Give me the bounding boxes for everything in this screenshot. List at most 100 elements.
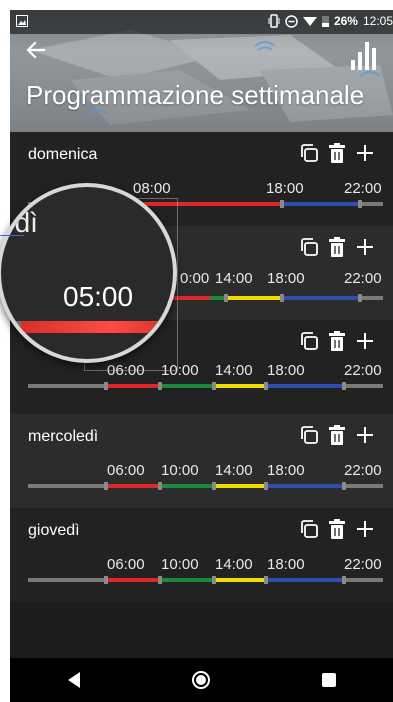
copy-icon [301,238,318,256]
day-actions [299,518,375,540]
segment-yellow [214,384,266,388]
segment-red [106,578,160,582]
delete-button[interactable] [327,424,347,446]
time-label: 14:00 [215,556,253,573]
trash-icon [329,425,345,445]
time-handle[interactable] [264,382,268,390]
time-handle[interactable] [264,576,268,584]
time-label: 22:00 [344,462,382,479]
add-button[interactable] [355,330,375,352]
status-bar: 26% 12:05 [10,10,393,34]
time-labels: 06:00 10:00 14:00 18:00 22:00 [10,556,393,576]
time-handle[interactable] [342,482,346,490]
time-handle[interactable] [104,482,108,490]
copy-icon [301,520,318,538]
time-label: 18:00 [267,270,305,287]
delete-button[interactable] [327,330,347,352]
schedule-bar[interactable] [28,576,383,584]
day-row-giovedi[interactable]: giovedì 06:00 10:00 14:00 18:00 22:00 [10,508,393,602]
delete-button[interactable] [327,518,347,540]
time-handle[interactable] [358,200,362,208]
time-labels: 06:00 10:00 14:00 18:00 22:00 [10,462,393,482]
arrow-left-icon [26,41,46,59]
delete-button[interactable] [327,142,347,164]
segment-blue [282,296,360,300]
segment-yellow [226,296,282,300]
square-recents-icon [322,673,337,687]
segment-blue [266,484,344,488]
time-label: 18:00 [267,462,305,479]
time-label: 18:00 [267,556,305,573]
schedule-bar[interactable] [28,482,383,490]
copy-button[interactable] [299,424,319,446]
time-handle[interactable] [104,576,108,584]
time-handle[interactable] [264,482,268,490]
time-handle[interactable] [104,382,108,390]
plus-icon [357,239,373,255]
add-button[interactable] [355,236,375,258]
segment-green [160,384,214,388]
copy-icon [301,144,318,162]
add-button[interactable] [355,424,375,446]
time-handle[interactable] [158,576,162,584]
add-button[interactable] [355,142,375,164]
copy-icon [301,426,318,444]
time-label: 22:00 [344,180,382,197]
time-label: 06:00 [107,462,145,479]
plus-icon [357,145,373,161]
trash-icon [329,519,345,539]
magnifier-pointer [0,235,24,236]
image-notification-icon [16,15,28,27]
plus-icon [357,521,373,537]
time-label: 06:00 [107,556,145,573]
bar-chart-icon [351,42,376,70]
magnified-time: 05:00 [63,281,134,312]
schedule-bar[interactable] [28,382,383,390]
home-nav-button[interactable] [181,660,221,700]
copy-button[interactable] [299,330,319,352]
day-actions [299,330,375,352]
triangle-back-icon [67,672,80,688]
trash-icon [329,331,345,351]
back-nav-button[interactable] [54,660,94,700]
day-name: domenica [28,146,98,163]
time-label: 22:00 [344,270,382,287]
copy-button[interactable] [299,142,319,164]
time-label: 14:00 [215,462,253,479]
time-handle[interactable] [280,294,284,302]
time-label: 14:00 [215,362,253,379]
time-label: 08:00 [133,180,171,197]
segment-green [160,578,214,582]
segment-blue [266,578,344,582]
time-label: 10:00 [161,556,199,573]
day-row-mercoledi[interactable]: mercoledì 06:00 10:00 14:00 18:00 22:00 [10,414,393,508]
time-handle[interactable] [212,482,216,490]
time-handle[interactable] [358,294,362,302]
copy-button[interactable] [299,236,319,258]
wifi-icon [302,17,317,26]
segment-blue [266,384,344,388]
time-handle[interactable] [224,294,228,302]
magnified-bar-red [21,321,171,333]
segment-yellow [214,484,266,488]
segment-red [106,384,160,388]
statistics-button[interactable] [347,38,381,72]
time-handle[interactable] [342,576,346,584]
trash-icon [329,237,345,257]
day-name: mercoledì [28,428,99,445]
segment-blue [282,202,360,206]
time-handle[interactable] [280,200,284,208]
delete-button[interactable] [327,236,347,258]
time-handle[interactable] [212,382,216,390]
add-button[interactable] [355,518,375,540]
time-handle[interactable] [342,382,346,390]
plus-icon [357,427,373,443]
back-button[interactable] [24,38,48,62]
copy-button[interactable] [299,518,319,540]
time-handle[interactable] [158,482,162,490]
time-handle[interactable] [158,382,162,390]
time-handle[interactable] [212,576,216,584]
page-title: Programmazione settimanale [26,80,365,110]
battery-percentage: 26% [333,14,358,28]
recents-nav-button[interactable] [309,660,349,700]
